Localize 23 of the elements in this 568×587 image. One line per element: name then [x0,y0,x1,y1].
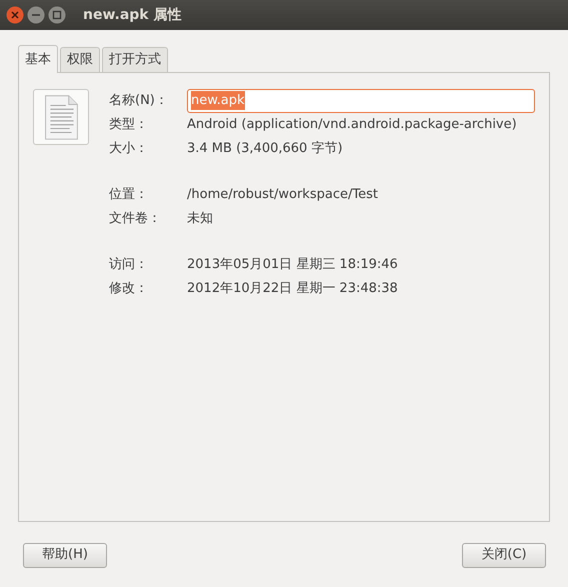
field-value: /home/robust/workspace/Test [187,186,378,204]
field-label: 名称(N)： [109,92,169,110]
tab[interactable]: 基本 [18,45,58,72]
field-label: 访问： [109,256,149,274]
field-value: 未知 [187,210,213,228]
tab[interactable]: 权限 [60,47,100,72]
field-label: 大小： [109,140,149,158]
field-label: 位置： [109,186,149,204]
minimize-icon[interactable] [27,6,45,24]
tab[interactable]: 打开方式 [102,47,168,72]
field-label: 文件卷： [109,210,162,228]
maximize-icon[interactable] [48,6,66,24]
close-button[interactable]: 关闭(C) [462,542,546,568]
window-title: new.apk 属性 [83,6,182,24]
help-button[interactable]: 帮助(H) [23,542,107,568]
field-value: 2013年05月01日 星期三 18:19:46 [187,256,398,274]
document-icon [33,88,89,144]
close-icon[interactable] [6,6,24,24]
field-value: Android (application/vnd.android.package-archive) [187,116,517,134]
field-value: 3.4 MB (3,400,660 字节) [187,140,343,158]
field-label: 修改： [109,280,149,298]
field-label: 类型： [109,116,149,134]
field-value: 2012年10月22日 星期一 23:48:38 [187,280,398,298]
